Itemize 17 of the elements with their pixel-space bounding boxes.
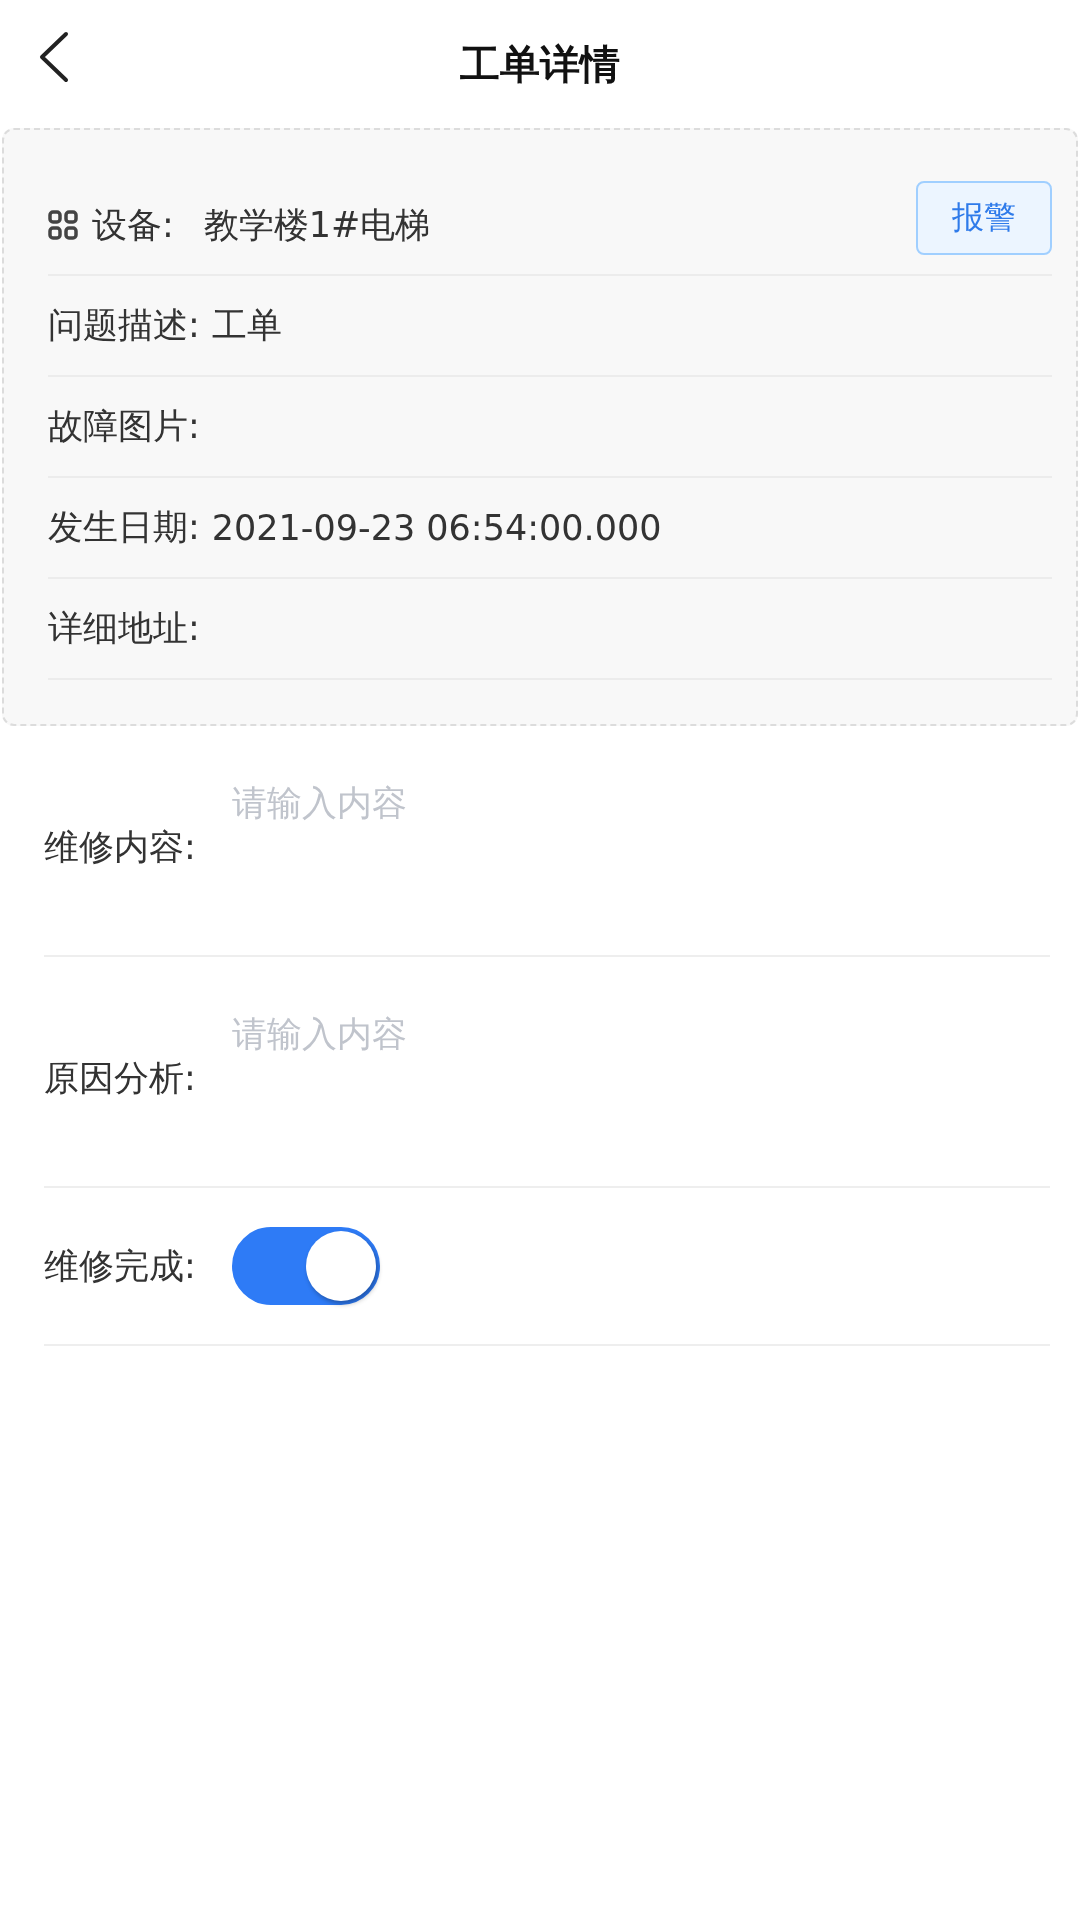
grid-icon: [48, 210, 78, 240]
field-label: 维修内容:: [44, 826, 196, 869]
page-title: 工单详情: [460, 40, 620, 89]
field-label: 原因分析:: [44, 1057, 196, 1100]
field-value: 工单: [211, 304, 282, 347]
toggle-switch[interactable]: [231, 1227, 380, 1305]
field-label: 发生日期:: [48, 506, 200, 549]
field-value: 教学楼1#电梯: [203, 203, 431, 247]
field-label: 设备:: [92, 203, 174, 247]
field-label: 详细地址:: [48, 607, 200, 650]
field-label: 故障图片:: [48, 405, 200, 448]
field-label: 问题描述:: [48, 304, 200, 347]
text-area[interactable]: 请输入内容: [231, 780, 1050, 930]
field-label: 维修完成:: [44, 1244, 196, 1288]
alarm-button[interactable]: 报警: [916, 181, 1052, 255]
field-value: 2021-09-23 06:54:00.000: [211, 507, 662, 548]
text-area[interactable]: 请输入内容: [231, 1011, 1050, 1161]
